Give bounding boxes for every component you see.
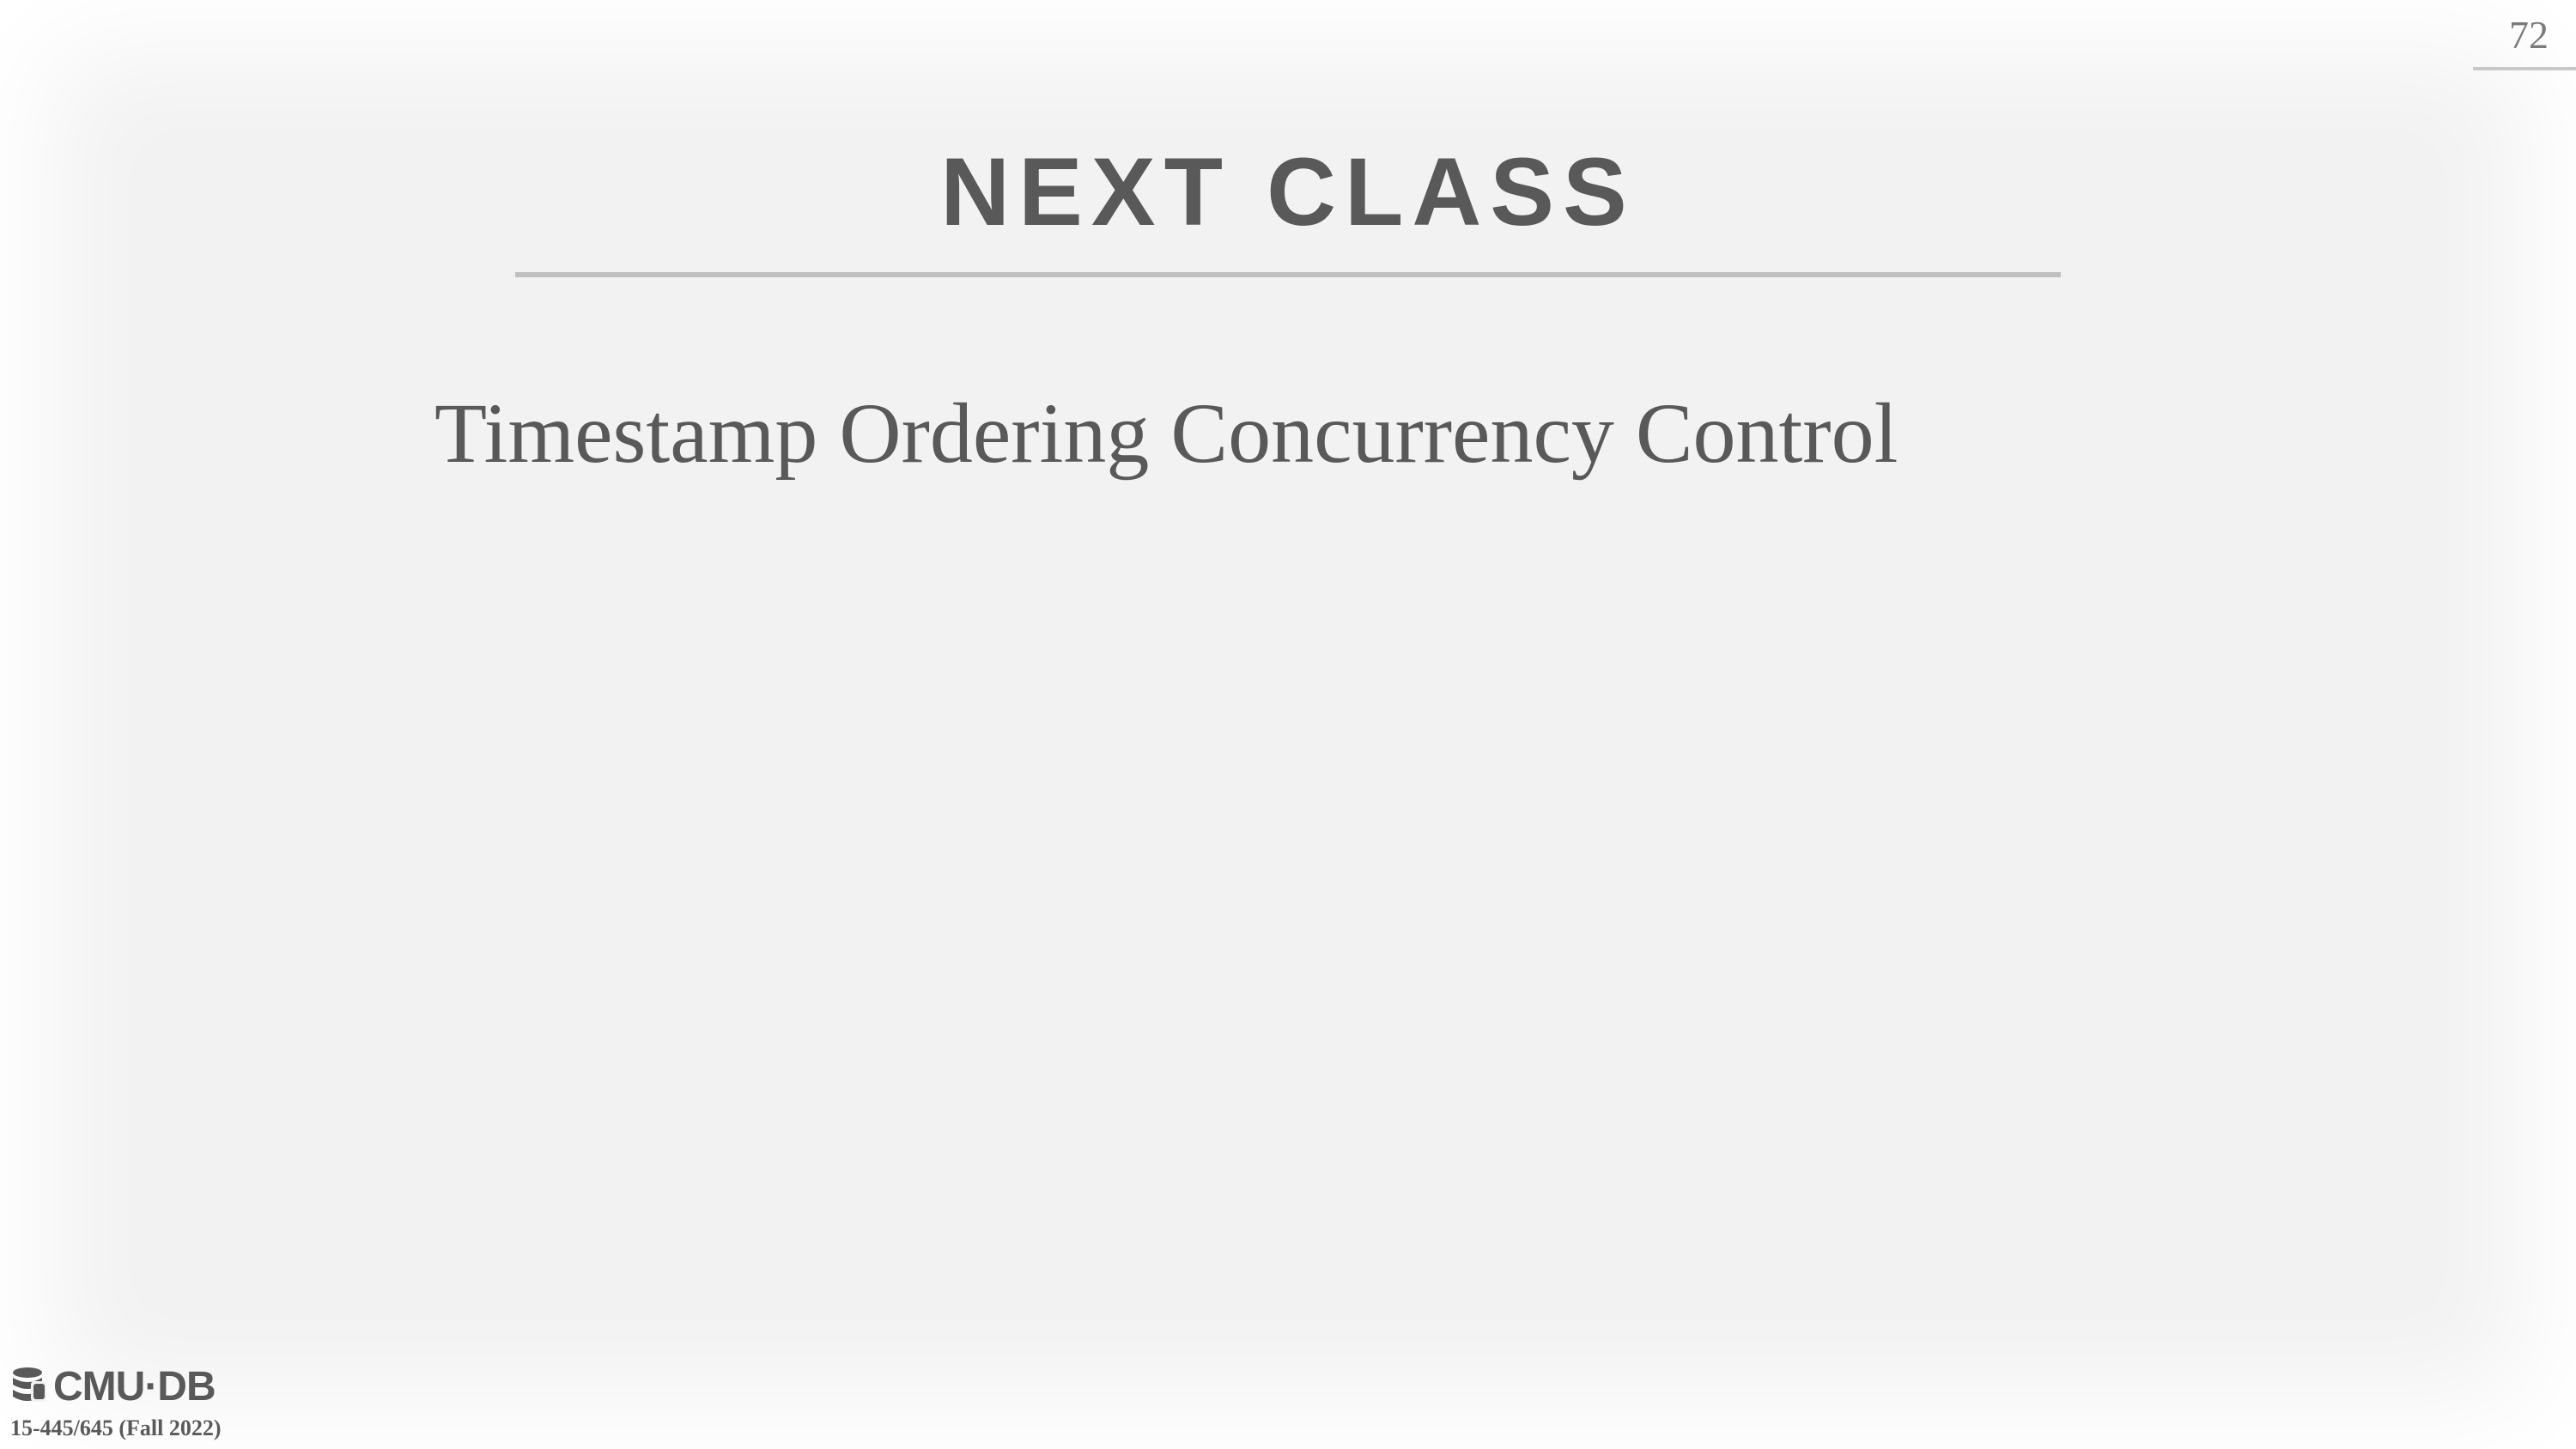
page-number-rule [2473,67,2576,70]
cmu-db-logo: CMU·DB [10,1361,222,1412]
slide-title: NEXT CLASS [940,138,1636,246]
slide: 72 NEXT CLASS Timestamp Ordering Concurr… [0,0,2576,1449]
logo-text: CMU·DB [53,1363,216,1410]
title-divider [515,272,2061,277]
page-number: 72 [2509,13,2549,57]
slide-body-text: Timestamp Ordering Concurrency Control [434,385,1899,481]
course-label: 15-445/645 (Fall 2022) [10,1416,222,1440]
footer: CMU·DB 15-445/645 (Fall 2022) [10,1361,222,1441]
database-stack-icon [13,1367,46,1402]
